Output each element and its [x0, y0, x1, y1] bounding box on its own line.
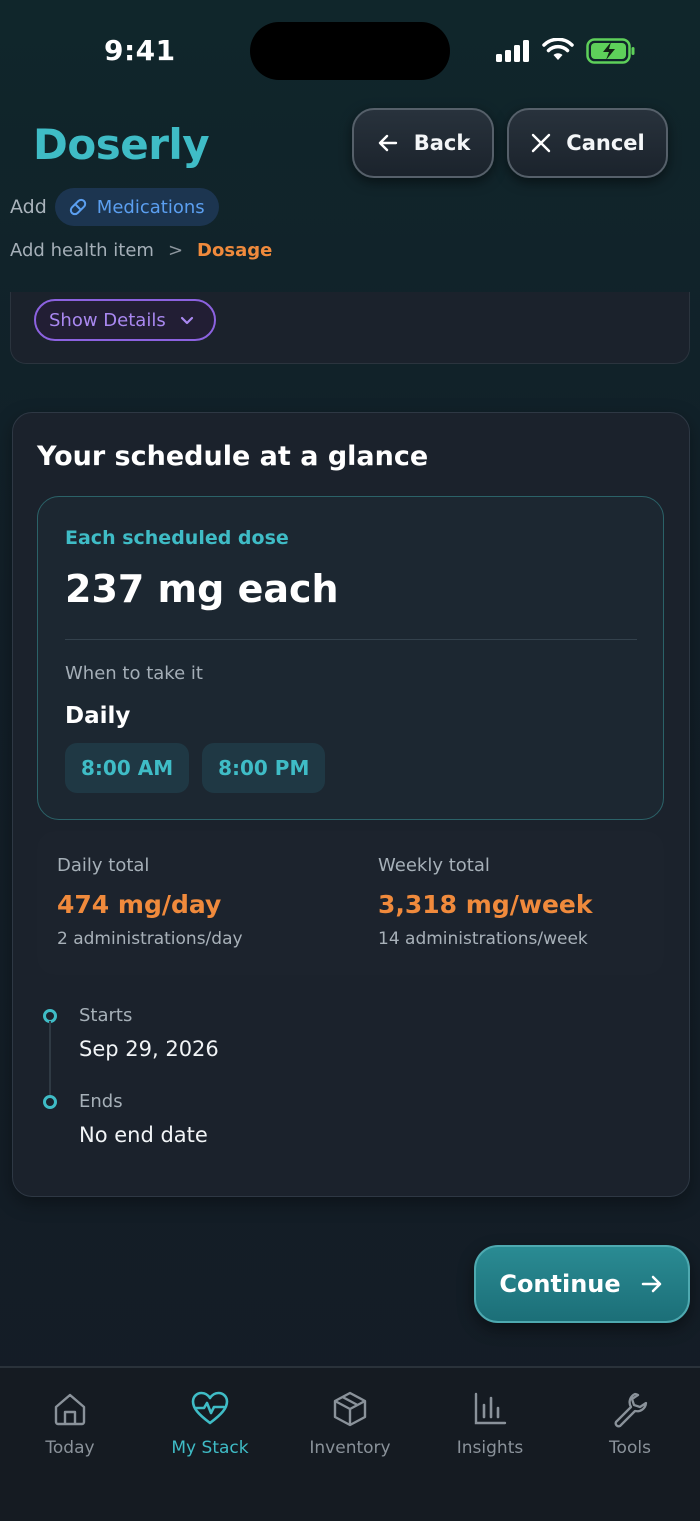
category-chip-label: Medications [96, 196, 205, 218]
status-time: 9:41 [104, 34, 176, 67]
daily-total-value: 474 mg/day [57, 890, 222, 919]
tab-label: My Stack [171, 1438, 249, 1458]
chevron-down-icon [180, 316, 193, 325]
frequency-value: Daily [65, 703, 131, 729]
tab-label: Inventory [309, 1438, 391, 1458]
daily-total: Daily total 474 mg/day 2 administrations… [57, 855, 243, 949]
arrow-left-icon [378, 134, 397, 152]
starts-label: Starts [79, 1005, 133, 1026]
weekly-total-value: 3,318 mg/week [378, 890, 593, 919]
tab-bar: Today My Stack Inventory Insights Tools [0, 1366, 700, 1521]
when-label: When to take it [65, 663, 203, 684]
dose-times: 8:00 AM 8:00 PM [65, 743, 326, 793]
box-icon [333, 1391, 367, 1427]
close-icon [532, 133, 551, 153]
app-title: Doserly [33, 120, 210, 169]
cancel-button-label: Cancel [566, 131, 645, 155]
battery-charging-icon [586, 38, 635, 64]
weekly-total-label: Weekly total [378, 855, 490, 876]
daily-total-sub: 2 administrations/day [57, 929, 243, 949]
continue-button[interactable]: Continue [474, 1245, 690, 1323]
heart-pulse-icon [191, 1391, 229, 1425]
show-details-label: Show Details [49, 309, 166, 331]
ends-label: Ends [79, 1091, 123, 1112]
timeline-line [49, 1021, 51, 1097]
status-bar: 9:41 [0, 0, 700, 100]
starts-value: Sep 29, 2026 [79, 1037, 219, 1061]
wifi-icon [542, 38, 574, 60]
tab-label: Insights [456, 1438, 524, 1458]
weekly-total: Weekly total 3,318 mg/week 14 administra… [378, 855, 593, 949]
back-button[interactable]: Back [352, 108, 494, 178]
tab-inventory[interactable]: Inventory [280, 1390, 420, 1458]
tab-today[interactable]: Today [0, 1390, 140, 1458]
tab-tools[interactable]: Tools [560, 1390, 700, 1458]
timeline-dot-end [43, 1095, 57, 1109]
wrench-icon [614, 1392, 648, 1428]
tab-label: Tools [609, 1438, 651, 1458]
dynamic-island [250, 22, 450, 80]
arrow-right-icon [641, 1275, 661, 1293]
schedule-summary-card: Your schedule at a glance Each scheduled… [12, 412, 690, 1197]
divider [65, 639, 637, 640]
dose-label: Each scheduled dose [65, 527, 289, 549]
time-chip: 8:00 PM [202, 743, 326, 793]
tab-my-stack[interactable]: My Stack [140, 1390, 280, 1458]
cellular-signal-icon [496, 40, 529, 62]
breadcrumb-add-health-item[interactable]: Add health item [10, 240, 154, 261]
cancel-button[interactable]: Cancel [507, 108, 668, 178]
dose-value: 237 mg each [65, 567, 339, 611]
bar-chart-icon [474, 1392, 507, 1425]
ends-value: No end date [79, 1123, 208, 1147]
show-details-button[interactable]: Show Details [34, 299, 216, 341]
weekly-total-sub: 14 administrations/week [378, 929, 588, 949]
totals-panel: Daily total 474 mg/day 2 administrations… [37, 831, 664, 975]
add-label: Add [10, 196, 47, 218]
breadcrumb-separator: > [167, 240, 184, 261]
tab-insights[interactable]: Insights [420, 1390, 560, 1458]
breadcrumb: Add health item > Dosage [10, 240, 272, 261]
continue-label: Continue [499, 1270, 621, 1298]
daily-total-label: Daily total [57, 855, 150, 876]
medication-details-card: Show Details [10, 292, 690, 364]
home-icon [54, 1393, 86, 1426]
time-chip: 8:00 AM [65, 743, 190, 793]
breadcrumb-dosage: Dosage [197, 240, 273, 261]
category-chip-medications[interactable]: Medications [54, 188, 219, 226]
add-category-row: Add Medications [10, 188, 219, 226]
schedule-title: Your schedule at a glance [37, 441, 429, 472]
tab-label: Today [45, 1438, 95, 1458]
back-button-label: Back [413, 131, 471, 155]
pill-icon [69, 198, 86, 216]
dose-box: Each scheduled dose 237 mg each When to … [37, 496, 664, 820]
